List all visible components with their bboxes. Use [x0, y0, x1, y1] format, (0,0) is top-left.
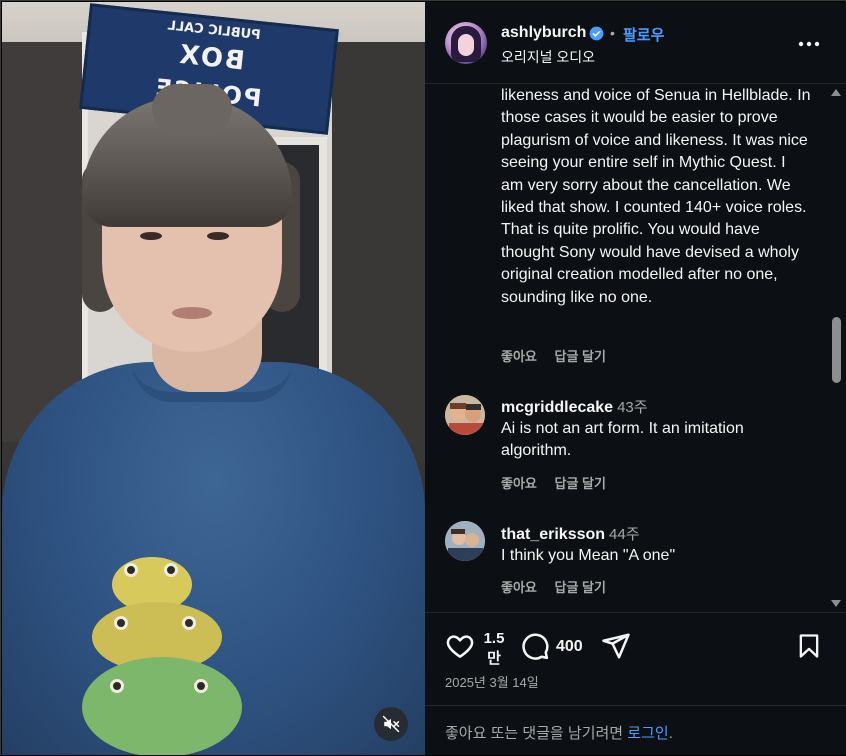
commenter-name[interactable]: mcgriddlecake	[501, 399, 613, 416]
post-actions: 1.5 만 400 2025년 3월 14일 좋아요 또는 댓글을 남기려면 로…	[425, 612, 846, 755]
comment-actions: 좋아요 답글 달기	[501, 577, 620, 596]
like-comment-button[interactable]: 좋아요	[501, 476, 537, 491]
comment-time: 43주	[617, 399, 648, 416]
commenter-avatar[interactable]	[445, 521, 485, 561]
comment-actions: 좋아요 답글 달기	[501, 346, 620, 365]
scroll-up-arrow-icon[interactable]	[831, 89, 841, 96]
verified-badge-icon	[589, 26, 604, 41]
collar	[132, 362, 292, 402]
like-count[interactable]: 1.5 만	[482, 629, 506, 669]
comment-actions: 좋아요 답글 달기	[501, 473, 620, 492]
comment-count: 400	[556, 638, 583, 655]
login-prompt: 좋아요 또는 댓글을 남기려면 로그인.	[425, 705, 846, 756]
post-header: ashlyburch • 팔로우 오리지널 오디오	[425, 2, 846, 84]
share-icon[interactable]	[601, 631, 631, 661]
login-prompt-suffix: .	[668, 725, 673, 742]
comment-icon[interactable]	[520, 631, 550, 661]
post-modal: PUBLIC CALL BOX POLICE	[0, 0, 846, 755]
login-prompt-message: 좋아요 또는 댓글을 남기려면	[445, 725, 628, 742]
comment-scrollbar[interactable]	[827, 85, 846, 611]
post-date[interactable]: 2025년 3월 14일	[445, 672, 539, 691]
like-comment-button[interactable]: 좋아요	[501, 580, 537, 595]
avatar-image	[445, 395, 485, 435]
comment-time: 44주	[609, 526, 640, 543]
like-count-number: 1.5	[483, 630, 505, 647]
login-link[interactable]: 로그인	[627, 725, 668, 742]
video-player[interactable]: PUBLIC CALL BOX POLICE	[2, 2, 425, 755]
heart-icon[interactable]	[445, 631, 475, 661]
reply-button[interactable]: 답글 달기	[555, 349, 606, 364]
commenter-username: mcgriddlecake 43주	[501, 396, 648, 417]
avatar-image	[445, 521, 485, 561]
more-options-icon[interactable]	[797, 34, 821, 54]
bookmark-icon[interactable]	[795, 631, 823, 661]
scroll-thumb[interactable]	[832, 317, 841, 383]
scroll-down-arrow-icon[interactable]	[831, 600, 841, 607]
speaker-muted-icon	[382, 715, 400, 733]
comment-text: I think you Mean "A one"	[501, 547, 676, 564]
left-eye	[140, 232, 162, 240]
post-sidebar: ashlyburch • 팔로우 오리지널 오디오 likeness and v…	[425, 2, 846, 755]
commenter-name[interactable]: that_eriksson	[501, 526, 605, 543]
hair-bun	[152, 84, 232, 134]
frog-stack-print	[82, 557, 252, 755]
comment-text: Ai is not an art form. It an imitation a…	[501, 420, 744, 460]
like-count-unit: 만	[487, 650, 501, 667]
right-eye	[207, 232, 229, 240]
audio-label[interactable]: 오리지널 오디오	[501, 47, 595, 67]
author-avatar[interactable]	[445, 22, 487, 64]
commenter-avatar[interactable]	[445, 395, 485, 435]
follow-button[interactable]: 팔로우	[623, 24, 664, 45]
author-username[interactable]: ashlyburch	[501, 24, 586, 42]
separator-dot: •	[610, 25, 615, 41]
comment-text: likeness and voice of Senua in Hellblade…	[501, 87, 811, 306]
commenter-username: that_eriksson 44주	[501, 523, 640, 544]
frog-bottom	[82, 657, 242, 755]
reply-button[interactable]: 답글 달기	[555, 476, 606, 491]
mouth	[172, 307, 212, 319]
comment-list[interactable]: likeness and voice of Senua in Hellblade…	[425, 85, 827, 611]
login-prompt-text: 좋아요 또는 댓글을 남기려면 로그인.	[445, 722, 673, 743]
mute-button[interactable]	[374, 707, 408, 741]
reply-button[interactable]: 답글 달기	[555, 580, 606, 595]
like-comment-button[interactable]: 좋아요	[501, 349, 537, 364]
